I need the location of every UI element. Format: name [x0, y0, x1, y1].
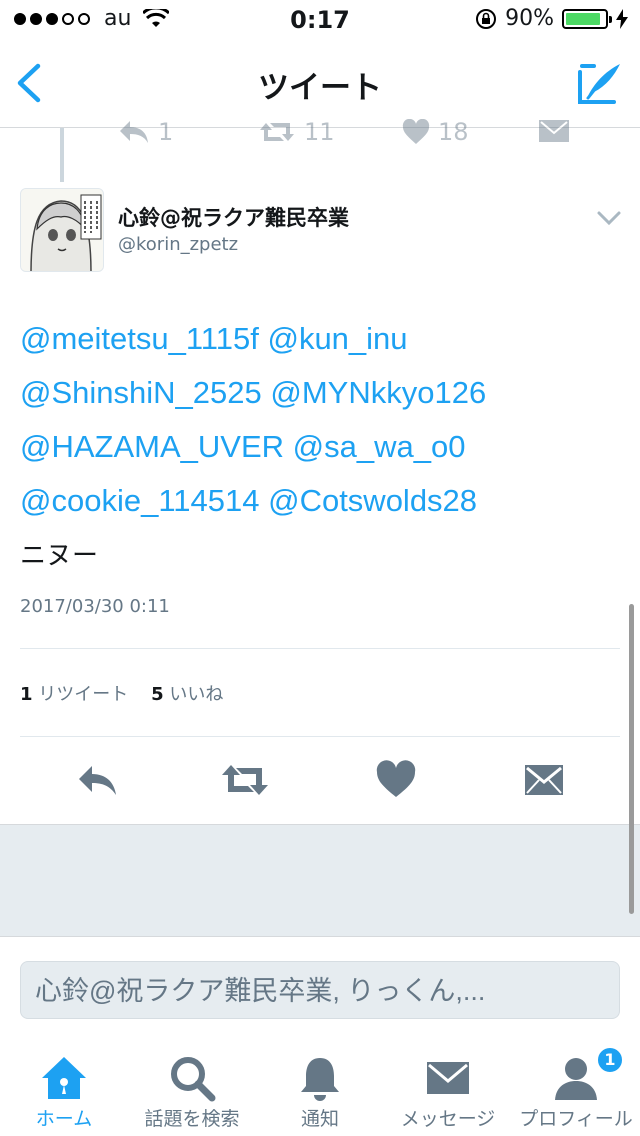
tab-notifications[interactable]: 通知: [256, 1042, 384, 1136]
user-handle[interactable]: @korin_zpetz: [118, 234, 238, 255]
status-right: 90%: [475, 6, 628, 31]
mention-link[interactable]: @kun_inu: [267, 321, 407, 356]
mention-link[interactable]: @sa_wa_o0: [293, 429, 466, 464]
search-icon: [171, 1057, 216, 1102]
like-stat-count: 5: [151, 684, 164, 705]
tab-label: 話題を検索: [144, 1108, 240, 1130]
tweet-stats: 1 リツイート 5 いいね: [20, 680, 223, 706]
bell-icon: [301, 1058, 339, 1101]
mention-line: @HAZAMA_UVER @sa_wa_o0: [20, 420, 620, 474]
prev-retweet-action[interactable]: 11: [258, 118, 335, 146]
tab-messages[interactable]: メッセージ: [384, 1042, 512, 1136]
tweet-text: @meitetsu_1115f @kun_inu @ShinshiN_2525 …: [20, 312, 620, 582]
mention-line: @ShinshiN_2525 @MYNkkyo126: [20, 366, 620, 420]
page-title: ツイート: [258, 70, 382, 106]
divider: [20, 648, 620, 649]
prev-like-action[interactable]: 18: [402, 118, 469, 146]
battery-percent: 90%: [505, 6, 554, 31]
envelope-icon: [539, 120, 569, 142]
envelope-icon: [427, 1062, 469, 1094]
mention-link[interactable]: @Cotswolds28: [268, 483, 477, 518]
mention-line: @meitetsu_1115f @kun_inu: [20, 312, 620, 366]
scroll-indicator: [629, 604, 634, 914]
tweet-actions: [0, 752, 640, 808]
heart-icon: [402, 119, 430, 144]
compose-tweet-icon[interactable]: [574, 58, 624, 108]
envelope-icon[interactable]: [522, 760, 566, 800]
user-display-name[interactable]: 心鈴@祝ラクア難民卒業: [118, 202, 349, 232]
tab-label: 通知: [300, 1108, 339, 1130]
mention-link[interactable]: @MYNkkyo126: [270, 375, 486, 410]
reply-bar: 心鈴@祝ラクア難民卒業, りっくん,...: [0, 936, 640, 1042]
prev-reply-count: 1: [158, 118, 174, 146]
rotation-lock-icon: [476, 8, 497, 29]
profile-icon: [555, 1058, 597, 1100]
chevron-down-icon[interactable]: [596, 208, 622, 228]
tab-search[interactable]: 話題を検索: [128, 1042, 256, 1136]
retweet-icon[interactable]: [220, 760, 270, 800]
mention-link[interactable]: @HAZAMA_UVER: [20, 429, 284, 464]
notification-badge: 1: [596, 1046, 624, 1074]
avatar[interactable]: [20, 188, 104, 272]
reply-icon: [120, 121, 148, 143]
previous-tweet-actions: 1 11 18: [0, 118, 640, 158]
mention-link[interactable]: @meitetsu_1115f: [20, 321, 259, 356]
prev-like-count: 18: [438, 118, 469, 146]
tab-label: プロフィール: [519, 1108, 633, 1130]
tweet-body-text: ニヌー: [20, 540, 99, 570]
mention-link[interactable]: @ShinshiN_2525: [20, 375, 262, 410]
prev-dm-action[interactable]: [538, 118, 570, 144]
mention-line: @cookie_114514 @Cotswolds28: [20, 474, 620, 528]
battery-icon: [562, 8, 612, 29]
empty-replies-area: [0, 824, 640, 936]
reply-icon[interactable]: [76, 760, 120, 800]
navigation-bar: ツイート: [0, 40, 640, 128]
tab-profile[interactable]: 1 プロフィール: [512, 1042, 640, 1136]
reply-input[interactable]: 心鈴@祝ラクア難民卒業, りっくん,...: [20, 961, 620, 1019]
tweet-timestamp: 2017/03/30 0:11: [20, 596, 170, 617]
tab-label: メッセージ: [400, 1108, 496, 1130]
retweet-stat-label: リツイート: [38, 684, 129, 705]
tab-bar: ホーム 話題を検索 通知 メッセージ 1 プロフィール: [0, 1042, 640, 1136]
avatar-image: [21, 189, 103, 271]
prev-reply-action[interactable]: 1: [118, 118, 173, 146]
heart-icon[interactable]: [374, 760, 418, 800]
prev-retweet-count: 11: [304, 118, 335, 146]
mention-link[interactable]: @cookie_114514: [20, 483, 259, 518]
retweet-stat[interactable]: 1 リツイート: [20, 684, 128, 705]
like-stat-label: いいね: [169, 684, 224, 705]
retweet-stat-count: 1: [20, 684, 33, 705]
tab-home[interactable]: ホーム: [0, 1042, 128, 1136]
charging-bolt-icon: [616, 8, 628, 29]
divider: [20, 736, 620, 737]
retweet-icon: [260, 123, 294, 141]
status-bar: au 0:17 90%: [0, 0, 640, 40]
home-icon: [42, 1057, 86, 1099]
like-stat[interactable]: 5 いいね: [151, 684, 223, 705]
